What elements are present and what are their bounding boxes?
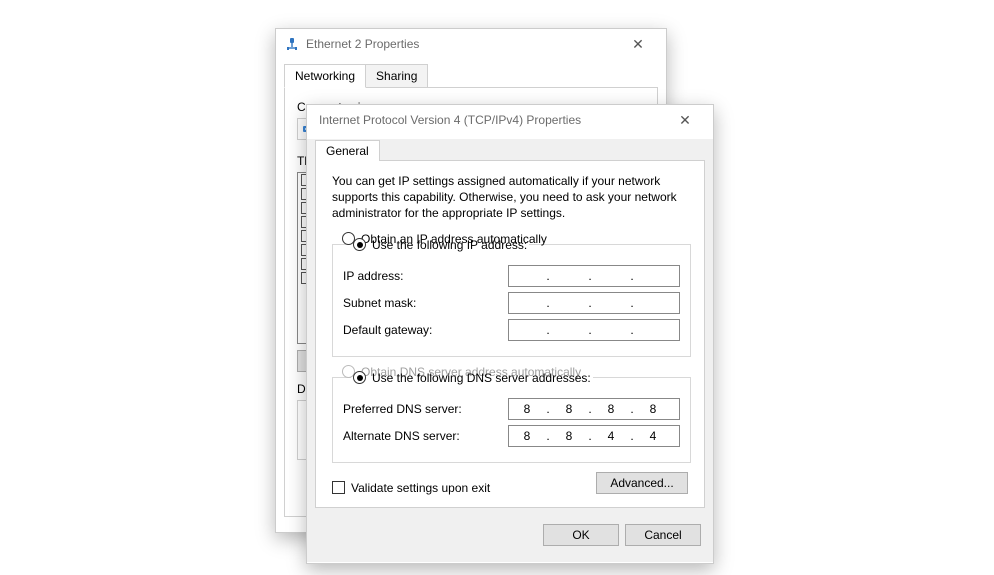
ip-octet-1[interactable] (509, 266, 545, 286)
tab-general[interactable]: General (315, 140, 380, 161)
subnet-mask-input[interactable]: . . . (508, 292, 680, 314)
dns-settings-group: Use the following DNS server addresses: … (332, 371, 691, 463)
titlebar[interactable]: Internet Protocol Version 4 (TCP/IPv4) P… (307, 105, 713, 135)
preferred-dns-label: Preferred DNS server: (343, 402, 508, 416)
subnet-octet-4[interactable] (635, 293, 671, 313)
subnet-mask-label: Subnet mask: (343, 296, 508, 310)
checkbox-label: Validate settings upon exit (351, 481, 490, 495)
default-gateway-input[interactable]: . . . (508, 319, 680, 341)
gateway-octet-1[interactable] (509, 320, 545, 340)
dialog-footer: OK Cancel (307, 516, 713, 554)
gateway-octet-4[interactable] (635, 320, 671, 340)
default-gateway-label: Default gateway: (343, 323, 508, 337)
alternate-dns-label: Alternate DNS server: (343, 429, 508, 443)
ip-address-label: IP address: (343, 269, 508, 283)
ip-octet-3[interactable] (593, 266, 629, 286)
radio-label: Use the following IP address: (372, 238, 527, 252)
pref-dns-octet-2[interactable] (551, 399, 587, 419)
validate-settings-checkbox[interactable]: Validate settings upon exit (332, 481, 490, 495)
ok-button[interactable]: OK (543, 524, 619, 546)
ip-address-input[interactable]: . . . (508, 265, 680, 287)
subnet-octet-3[interactable] (593, 293, 629, 313)
subnet-octet-1[interactable] (509, 293, 545, 313)
dialog-title: Ethernet 2 Properties (306, 37, 618, 51)
advanced-button[interactable]: Advanced... (596, 472, 688, 494)
dialog-title: Internet Protocol Version 4 (TCP/IPv4) P… (315, 113, 665, 127)
radio-label: Use the following DNS server addresses: (372, 371, 591, 385)
alternate-dns-input[interactable]: . . . (508, 425, 680, 447)
tab-bar: Networking Sharing (284, 63, 658, 87)
pref-dns-octet-1[interactable] (509, 399, 545, 419)
radio-use-following-dns[interactable]: Use the following DNS server addresses: (351, 371, 593, 385)
cancel-button[interactable]: Cancel (625, 524, 701, 546)
gateway-octet-2[interactable] (551, 320, 587, 340)
close-icon[interactable]: ✕ (618, 36, 658, 53)
tab-bar: General (315, 139, 705, 160)
alt-dns-octet-2[interactable] (551, 426, 587, 446)
radio-use-following-ip[interactable]: Use the following IP address: (351, 238, 529, 252)
pref-dns-octet-3[interactable] (593, 399, 629, 419)
pref-dns-octet-4[interactable] (635, 399, 671, 419)
alt-dns-octet-3[interactable] (593, 426, 629, 446)
tab-body: You can get IP settings assigned automat… (315, 160, 705, 508)
preferred-dns-input[interactable]: . . . (508, 398, 680, 420)
tab-networking[interactable]: Networking (284, 64, 366, 88)
intro-text: You can get IP settings assigned automat… (332, 173, 688, 222)
alt-dns-octet-1[interactable] (509, 426, 545, 446)
titlebar[interactable]: Ethernet 2 Properties ✕ (276, 29, 666, 59)
ip-octet-4[interactable] (635, 266, 671, 286)
ipv4-properties-dialog: Internet Protocol Version 4 (TCP/IPv4) P… (306, 104, 714, 564)
ip-settings-group: Use the following IP address: IP address… (332, 238, 691, 357)
subnet-octet-2[interactable] (551, 293, 587, 313)
ethernet-icon (284, 36, 300, 52)
alt-dns-octet-4[interactable] (635, 426, 671, 446)
tab-sharing[interactable]: Sharing (366, 64, 428, 88)
close-icon[interactable]: ✕ (665, 112, 705, 129)
gateway-octet-3[interactable] (593, 320, 629, 340)
ip-octet-2[interactable] (551, 266, 587, 286)
